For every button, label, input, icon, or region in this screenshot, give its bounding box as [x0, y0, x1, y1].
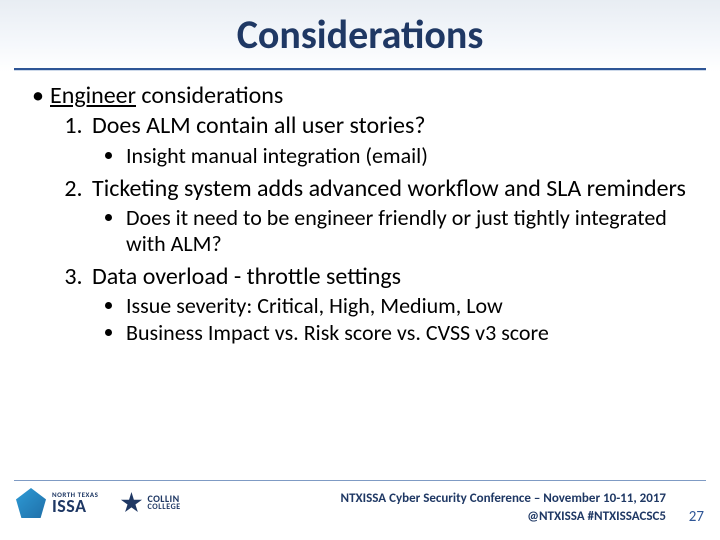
issa-mark-icon	[16, 488, 46, 518]
footer: NORTH TEXAS ISSA COLLIN COLLEGE NTXISSA …	[0, 480, 720, 540]
sub-list: Issue severity: Critical, High, Medium, …	[92, 293, 692, 346]
footer-divider	[14, 480, 706, 481]
title-underline	[14, 68, 706, 70]
slide: Considerations • Engineer considerations…	[0, 0, 720, 540]
numbered-list: Does ALM contain all user stories? Insig…	[28, 112, 692, 346]
section-rest: considerations	[136, 81, 283, 110]
footer-text: NTXISSA Cyber Security Conference – Nove…	[341, 490, 666, 525]
item-text: Data overload - throttle settings	[92, 262, 401, 291]
collin-text: COLLIN COLLEGE	[147, 495, 180, 510]
list-item: Data overload - throttle settings Issue …	[88, 263, 692, 346]
sub-list: Insight manual integration (email)	[92, 143, 692, 169]
sub-item: Issue severity: Critical, High, Medium, …	[126, 293, 692, 319]
logo-collin: COLLIN COLLEGE	[120, 492, 180, 514]
item-text: Ticketing system adds advanced workflow …	[92, 174, 686, 203]
slide-body: • Engineer considerations Does ALM conta…	[0, 72, 720, 346]
footer-line2: @NTXISSA #NTXISSACSC5	[341, 508, 666, 526]
list-item: Ticketing system adds advanced workflow …	[88, 175, 692, 257]
slide-title: Considerations	[0, 0, 720, 59]
title-band: Considerations	[0, 0, 720, 72]
list-item: Does ALM contain all user stories? Insig…	[88, 112, 692, 168]
page-number: 27	[689, 508, 704, 526]
section-heading: • Engineer considerations	[32, 82, 692, 110]
star-icon	[120, 492, 142, 514]
sub-item: Does it need to be engineer friendly or …	[126, 205, 692, 257]
section-heading-text: Engineer considerations	[50, 82, 692, 110]
logo-ntxissa: NORTH TEXAS ISSA	[16, 488, 98, 518]
item-text: Does ALM contain all user stories?	[92, 111, 425, 140]
sub-item: Business Impact vs. Risk score vs. CVSS …	[126, 320, 692, 346]
issa-text: NORTH TEXAS ISSA	[52, 492, 98, 514]
footer-line1: NTXISSA Cyber Security Conference – Nove…	[341, 490, 666, 508]
section-underlined: Engineer	[50, 81, 136, 110]
footer-logos: NORTH TEXAS ISSA COLLIN COLLEGE	[16, 488, 181, 518]
sub-item: Insight manual integration (email)	[126, 143, 692, 169]
issa-big: ISSA	[52, 498, 98, 514]
bullet-dot: •	[32, 82, 50, 110]
collin-line2: COLLEGE	[147, 504, 180, 511]
sub-list: Does it need to be engineer friendly or …	[92, 205, 692, 257]
